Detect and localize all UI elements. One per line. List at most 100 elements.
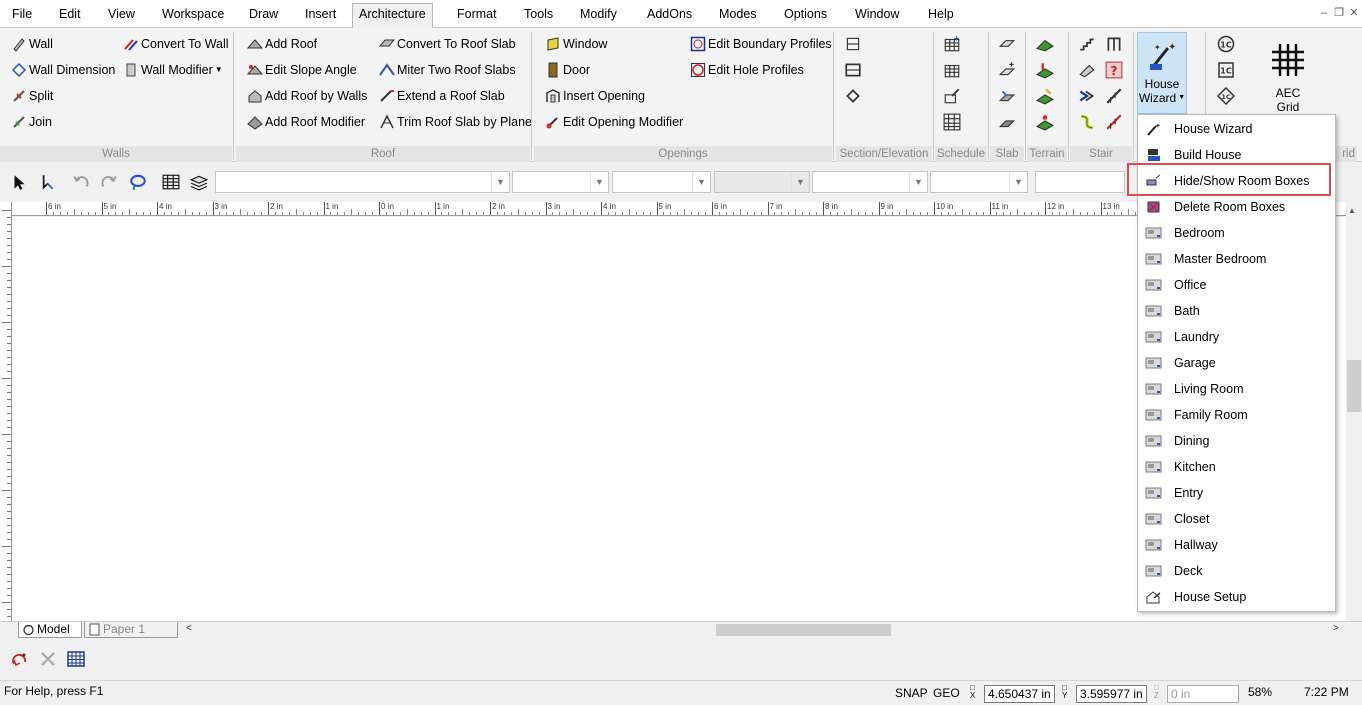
convert-to-wall-button[interactable]: Convert To Wall: [122, 33, 229, 55]
menu-options[interactable]: Options: [778, 4, 833, 26]
join-button[interactable]: Join: [10, 111, 52, 133]
menu-addons[interactable]: AddOns: [641, 4, 698, 26]
menu-item-delete-room-boxes[interactable]: Delete Room Boxes: [1138, 194, 1335, 220]
split-button[interactable]: Split: [10, 85, 53, 107]
stair-curved-icon[interactable]: [1076, 111, 1098, 133]
elevation-icon[interactable]: [842, 59, 864, 81]
slab-modify-icon[interactable]: [996, 111, 1018, 133]
tab-model[interactable]: Model: [18, 622, 82, 638]
menu-modify[interactable]: Modify: [574, 4, 623, 26]
vertical-scroll-thumb[interactable]: [1347, 360, 1361, 412]
tab-paper-1[interactable]: Paper 1: [84, 622, 178, 638]
menu-item-office[interactable]: Office: [1138, 272, 1335, 298]
terrain-points-icon[interactable]: [1034, 111, 1056, 133]
edit-opening-modifier-button[interactable]: Edit Opening Modifier: [544, 111, 683, 133]
close-icon[interactable]: ✕: [1348, 8, 1360, 20]
snap-toggle[interactable]: SNAP: [895, 686, 928, 700]
restore-icon[interactable]: ❐: [1333, 8, 1345, 20]
schedule-grid-icon[interactable]: [941, 111, 963, 133]
slab-add-icon[interactable]: [996, 59, 1018, 81]
menu-view[interactable]: View: [102, 4, 141, 26]
railing-icon[interactable]: [1103, 33, 1125, 55]
menu-edit[interactable]: Edit: [53, 4, 87, 26]
menu-workspace[interactable]: Workspace: [156, 4, 230, 26]
extend-a-roof-slab-button[interactable]: Extend a Roof Slab: [378, 85, 505, 107]
vertical-scrollbar[interactable]: ▲: [1346, 202, 1362, 622]
cancel-icon[interactable]: [37, 648, 59, 670]
color-combo[interactable]: ▼: [512, 171, 609, 193]
menu-architecture[interactable]: Architecture: [352, 3, 433, 29]
lineweight-combo[interactable]: ▼: [714, 171, 810, 193]
section-diamond-icon[interactable]: [842, 85, 864, 107]
menu-item-kitchen[interactable]: Kitchen: [1138, 454, 1335, 480]
edit-hole-profiles-button[interactable]: Edit Hole Profiles: [689, 59, 804, 81]
x-coordinate-field[interactable]: 4.650437 in: [984, 685, 1055, 703]
wall-dimension-button[interactable]: Wall Dimension: [10, 59, 115, 81]
table-icon[interactable]: [160, 171, 182, 193]
window-button[interactable]: Window: [544, 33, 607, 55]
terrain-edit-icon[interactable]: [1034, 85, 1056, 107]
menu-item-entry[interactable]: Entry: [1138, 480, 1335, 506]
linestyle-combo[interactable]: ▼: [612, 171, 711, 193]
layers-icon[interactable]: [188, 171, 210, 193]
lasso-icon[interactable]: [127, 171, 149, 193]
menu-modes[interactable]: Modes: [713, 4, 763, 26]
menu-format[interactable]: Format: [451, 4, 503, 26]
aec-grid-button[interactable]: AEC Grid: [1260, 34, 1316, 118]
menu-item-family-room[interactable]: Family Room: [1138, 402, 1335, 428]
insert-opening-button[interactable]: Insert Opening: [544, 85, 645, 107]
y-coordinate-field[interactable]: 3.595977 in: [1076, 685, 1147, 703]
menu-item-garage[interactable]: Garage: [1138, 350, 1335, 376]
door-button[interactable]: Door: [544, 59, 590, 81]
miter-two-roof-slabs-button[interactable]: Miter Two Roof Slabs: [378, 59, 516, 81]
menu-help[interactable]: Help: [922, 4, 960, 26]
material-combo[interactable]: ▼: [812, 171, 928, 193]
help-icon[interactable]: ?: [1103, 59, 1125, 81]
slab-edit-icon[interactable]: [996, 85, 1018, 107]
scroll-up-icon[interactable]: ▲: [1348, 206, 1356, 215]
grid-table-icon[interactable]: [65, 648, 87, 670]
geo-toggle[interactable]: GEO: [933, 686, 960, 700]
layer-combo[interactable]: ▼: [215, 171, 510, 193]
add-roof-button[interactable]: Add Roof: [246, 33, 317, 55]
redo-icon[interactable]: [98, 171, 120, 193]
menu-item-master-bedroom[interactable]: Master Bedroom: [1138, 246, 1335, 272]
trim-roof-slab-by-plane-button[interactable]: Trim Roof Slab by Plane: [378, 111, 532, 133]
menu-item-dining[interactable]: Dining: [1138, 428, 1335, 454]
stair-rail-red-icon[interactable]: [1103, 111, 1125, 133]
menu-item-hallway[interactable]: Hallway: [1138, 532, 1335, 558]
minimize-icon[interactable]: –: [1318, 8, 1330, 20]
menu-draw[interactable]: Draw: [243, 4, 284, 26]
schedule-edit-icon[interactable]: [941, 59, 963, 81]
menu-tools[interactable]: Tools: [518, 4, 559, 26]
menu-item-laundry[interactable]: Laundry: [1138, 324, 1335, 350]
edit-boundary-profiles-button[interactable]: Edit Boundary Profiles: [689, 33, 832, 55]
scroll-right-icon[interactable]: >: [1333, 623, 1339, 634]
wall-button[interactable]: Wall: [10, 33, 53, 55]
terrain-pad-icon[interactable]: [1034, 59, 1056, 81]
convert-to-roof-slab-button[interactable]: Convert To Roof Slab: [378, 33, 516, 55]
menu-item-bedroom[interactable]: Bedroom: [1138, 220, 1335, 246]
extra-combo[interactable]: [1035, 171, 1125, 193]
terrain-icon[interactable]: [1034, 33, 1056, 55]
menu-item-house-wizard[interactable]: ✦ House Wizard: [1138, 116, 1335, 142]
menu-window[interactable]: Window: [849, 4, 905, 26]
grid-diamond-bubble-icon[interactable]: 1C: [1215, 85, 1237, 107]
add-roof-by-walls-button[interactable]: Add Roof by Walls: [246, 85, 367, 107]
add-roof-modifier-button[interactable]: Add Roof Modifier: [246, 111, 365, 133]
schedule-add-icon[interactable]: [941, 33, 963, 55]
grid-square-bubble-icon[interactable]: 1C: [1215, 59, 1237, 81]
menu-insert[interactable]: Insert: [299, 4, 342, 26]
stair-straight-icon[interactable]: [1076, 59, 1098, 81]
menu-item-bath[interactable]: Bath: [1138, 298, 1335, 324]
scroll-left-icon[interactable]: <: [186, 623, 192, 634]
z-coordinate-field[interactable]: 0 in: [1167, 685, 1239, 703]
menu-item-closet[interactable]: Closet: [1138, 506, 1335, 532]
slab-icon[interactable]: [996, 33, 1018, 55]
house-wizard-button[interactable]: ✦ ✦ House Wizard ▼: [1137, 32, 1187, 114]
wall-modifier-button[interactable]: Wall Modifier ▼: [122, 59, 223, 81]
select-arrow-icon[interactable]: [8, 171, 30, 193]
undo-icon[interactable]: [70, 171, 92, 193]
stair-railing-icon[interactable]: [1103, 85, 1125, 107]
edit-tool-icon[interactable]: [36, 171, 58, 193]
